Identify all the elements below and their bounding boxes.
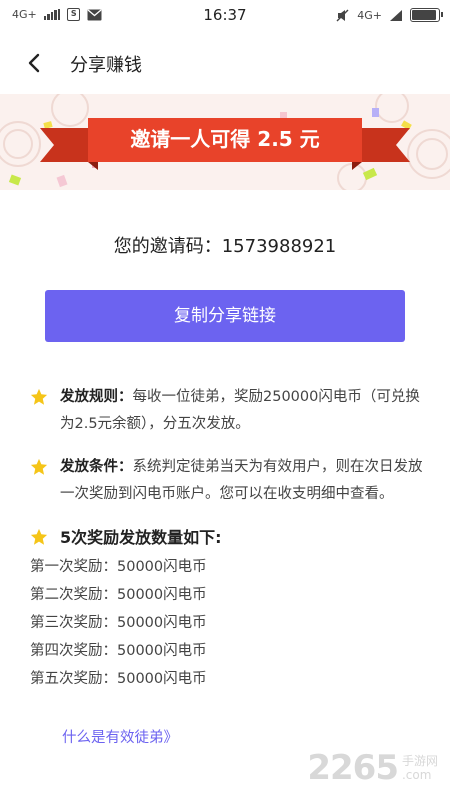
- rule-text: 发放规则：每收一位徒弟，奖励250000闪电币（可兑换为2.5元余额），分五次发…: [60, 384, 425, 438]
- battery-icon: [410, 8, 443, 22]
- invite-code-label: 您的邀请码：: [113, 236, 222, 257]
- star-icon: [30, 388, 48, 405]
- network-right-label: 4G+: [357, 8, 382, 22]
- chevron-left-icon: [28, 53, 40, 73]
- reward-item: 第四次奖励：50000闪电币: [30, 643, 207, 659]
- back-button[interactable]: [22, 50, 48, 76]
- rules-section: 发放规则：每收一位徒弟，奖励250000闪电币（可兑换为2.5元余额），分五次发…: [30, 384, 425, 693]
- watermark-number: 2265: [307, 748, 399, 788]
- watermark-logo: 2265 手游网 .com: [307, 748, 438, 788]
- battery-fill: [412, 10, 436, 20]
- rule-condition: 发放条件：系统判定徒弟当天为有效用户，则在次日发放一次奖励到闪电币账户。您可以在…: [30, 454, 425, 508]
- page-title: 分享赚钱: [70, 55, 142, 76]
- star-icon: [30, 528, 48, 545]
- rule-title: 发放规则：: [60, 389, 133, 405]
- reward-list: 第一次奖励：50000闪电币 第二次奖励：50000闪电币 第三次奖励：5000…: [30, 553, 425, 693]
- copy-share-link-button[interactable]: 复制分享链接: [45, 290, 405, 342]
- valid-apprentice-link[interactable]: 什么是有效徒弟》: [62, 726, 178, 747]
- invite-banner: 邀请一人可得 2.5 元: [0, 94, 450, 190]
- invite-code-row: 您的邀请码：1573988921: [0, 232, 450, 258]
- reward-title: 5次奖励发放数量如下:: [60, 528, 222, 547]
- status-bar: 4G+ S 16:37 4G+: [0, 0, 450, 32]
- status-right-group: 4G+: [336, 8, 443, 22]
- rule-title: 发放条件：: [60, 459, 133, 475]
- ribbon: 邀请一人可得 2.5 元: [40, 108, 410, 170]
- watermark-domain: .com: [401, 768, 432, 782]
- reward-item: 第二次奖励：50000闪电币: [30, 587, 207, 603]
- nav-bar: 分享赚钱: [0, 32, 450, 94]
- watermark-suffix: 手游网: [401, 754, 438, 768]
- mute-icon: [336, 9, 349, 21]
- rule-distribution: 发放规则：每收一位徒弟，奖励250000闪电币（可兑换为2.5元余额），分五次发…: [30, 384, 425, 438]
- reward-item: 第五次奖励：50000闪电币: [30, 671, 207, 687]
- watermark-text: 手游网 .com: [402, 754, 438, 782]
- reward-item: 第一次奖励：50000闪电币: [30, 559, 207, 575]
- star-icon: [30, 458, 48, 475]
- invite-code-value[interactable]: 1573988921: [222, 236, 337, 257]
- rule-text: 发放条件：系统判定徒弟当天为有效用户，则在次日发放一次奖励到闪电币账户。您可以在…: [60, 454, 425, 508]
- ribbon-text: 邀请一人可得 2.5 元: [130, 127, 320, 151]
- reward-schedule: 5次奖励发放数量如下:: [30, 524, 425, 551]
- reward-item: 第三次奖励：50000闪电币: [30, 615, 207, 631]
- wifi-icon: [390, 9, 402, 21]
